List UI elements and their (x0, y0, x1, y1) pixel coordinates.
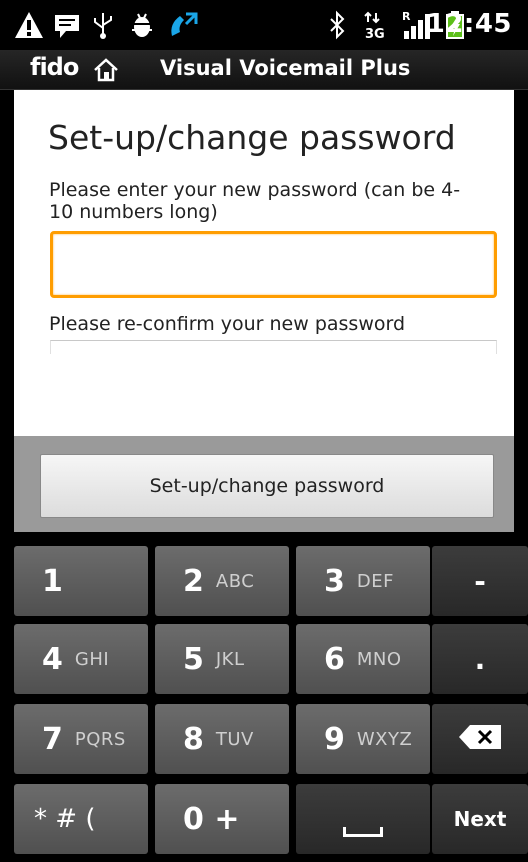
key-period[interactable]: . (432, 624, 528, 694)
button-bar: Set-up/change password (14, 436, 514, 532)
key-letters: JKL (215, 648, 245, 670)
title-bar: fido Visual Voicemail Plus (0, 50, 528, 90)
password-form: Set-up/change password Please enter your… (14, 90, 514, 436)
key-letters: DEF (356, 570, 394, 592)
confirm-password-label: Please re-confirm your new password (49, 313, 406, 335)
app-title: Visual Voicemail Plus (160, 56, 411, 80)
page-title: Set-up/change password (48, 118, 456, 157)
home-icon (92, 57, 120, 83)
new-password-input[interactable] (50, 231, 497, 298)
key-digit: 5 (183, 641, 204, 677)
key-space[interactable] (296, 784, 430, 854)
key-0[interactable]: 0 + (155, 784, 289, 854)
numeric-keyboard: 1 2 ABC 3 DEF - 4 GHI 5 JKL 6 MNO . 7 PQ… (14, 532, 528, 862)
key-letters: MNO (356, 648, 402, 670)
key-digit: 0 + (183, 801, 240, 837)
key-2[interactable]: 2 ABC (155, 546, 289, 616)
key-label: Next (453, 807, 507, 831)
key-digit: 1 (42, 563, 63, 599)
key-digit: 2 (183, 563, 204, 599)
svg-text:R: R (402, 10, 411, 23)
key-4[interactable]: 4 GHI (14, 624, 148, 694)
key-digit: 4 (42, 641, 63, 677)
key-digit: 3 (324, 563, 345, 599)
key-3[interactable]: 3 DEF (296, 546, 430, 616)
status-bar: 3G R 12:45 (0, 0, 528, 50)
key-label: - (474, 564, 486, 598)
android-debug-icon (128, 8, 156, 42)
key-7[interactable]: 7 PQRS (14, 704, 148, 774)
key-9[interactable]: 9 WXYZ (296, 704, 430, 774)
setup-change-password-button[interactable]: Set-up/change password (40, 454, 494, 518)
key-6[interactable]: 6 MNO (296, 624, 430, 694)
svg-text:3G: 3G (365, 27, 385, 40)
key-letters: PQRS (74, 728, 126, 750)
key-dash[interactable]: - (432, 546, 528, 616)
key-label: . (474, 642, 486, 676)
warning-icon (14, 8, 44, 42)
password-instruction: Please enter your new password (can be 4… (49, 179, 461, 223)
key-letters: GHI (74, 648, 110, 670)
usb-icon (90, 8, 116, 42)
key-digit: 8 (183, 721, 204, 757)
backspace-icon (458, 724, 502, 754)
message-icon (52, 8, 82, 42)
confirm-password-input[interactable] (50, 340, 497, 354)
key-letters: ABC (215, 570, 255, 592)
key-digit: 7 (42, 721, 63, 757)
key-digit: 9 (324, 721, 345, 757)
bluetooth-icon (326, 8, 348, 42)
key-5[interactable]: 5 JKL (155, 624, 289, 694)
key-symbols[interactable]: * # ( (14, 784, 148, 854)
key-next[interactable]: Next (432, 784, 528, 854)
call-forward-icon (166, 8, 200, 42)
3g-data-icon: 3G (362, 8, 390, 42)
fido-logo: fido (30, 53, 79, 81)
key-letters: TUV (215, 728, 254, 750)
key-digit: * # ( (34, 804, 96, 834)
key-1[interactable]: 1 (14, 546, 148, 616)
status-time: 12:45 (426, 9, 512, 39)
key-letters: WXYZ (356, 728, 413, 750)
space-icon (343, 827, 383, 837)
key-backspace[interactable] (432, 704, 528, 774)
key-8[interactable]: 8 TUV (155, 704, 289, 774)
key-digit: 6 (324, 641, 345, 677)
